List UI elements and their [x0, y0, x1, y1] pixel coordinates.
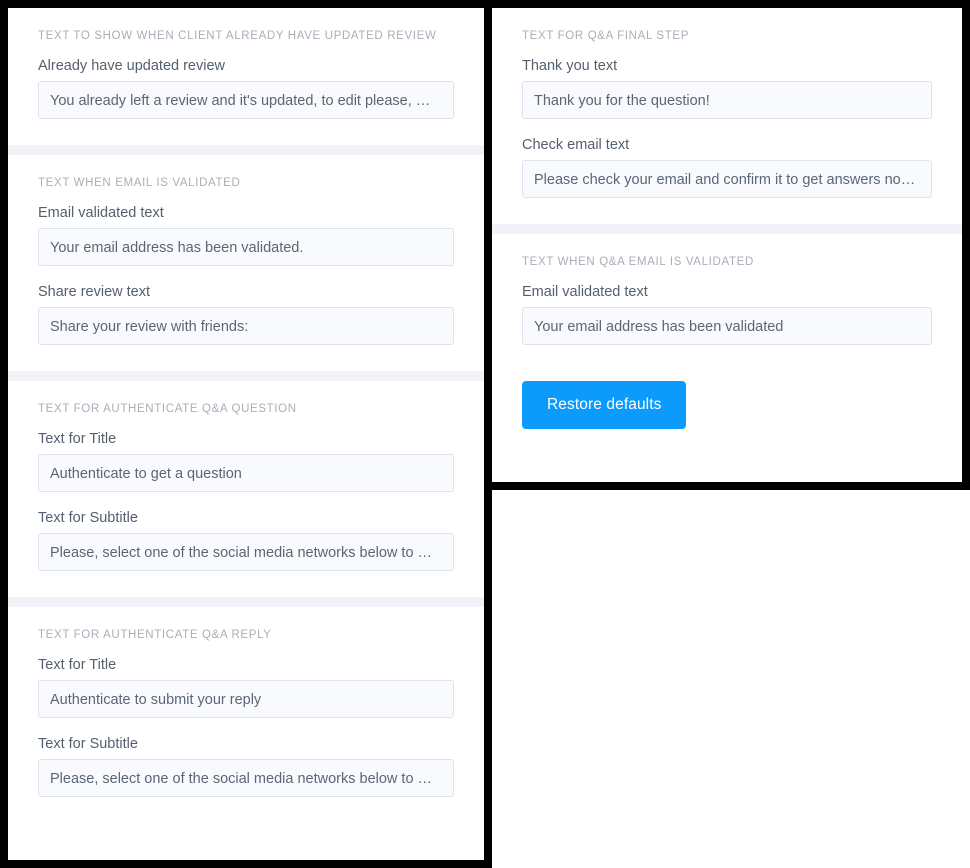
panel-right-content: TEXT FOR Q&A FINAL STEP Thank you text T…: [492, 8, 962, 482]
section-authenticate-qa-question: TEXT FOR AUTHENTICATE Q&A QUESTION Text …: [8, 381, 484, 597]
field-check-email-text: Check email text Please check your email…: [522, 137, 932, 198]
field-already-have-updated-review: Already have updated review You already …: [38, 58, 454, 119]
input-thank-you-text[interactable]: Thank you for the question!: [522, 81, 932, 119]
field-share-review-text: Share review text Share your review with…: [38, 284, 454, 345]
section-heading: TEXT FOR AUTHENTICATE Q&A REPLY: [38, 629, 272, 641]
section-qa-email-validated: TEXT WHEN Q&A EMAIL IS VALIDATED Email v…: [492, 234, 962, 371]
section-authenticate-qa-reply: TEXT FOR AUTHENTICATE Q&A REPLY Text for…: [8, 607, 484, 823]
section-divider: [8, 597, 484, 607]
section-heading: TEXT TO SHOW WHEN CLIENT ALREADY HAVE UP…: [38, 30, 437, 42]
field-label: Share review text: [38, 284, 151, 300]
input-qa-question-title[interactable]: Authenticate to get a question: [38, 454, 454, 492]
field-qa-question-title: Text for Title Authenticate to get a que…: [38, 431, 454, 492]
field-label: Text for Subtitle: [38, 510, 138, 526]
field-qa-reply-subtitle: Text for Subtitle Please, select one of …: [38, 736, 454, 797]
input-qa-question-subtitle[interactable]: Please, select one of the social media n…: [38, 533, 454, 571]
panel-left-content: TEXT TO SHOW WHEN CLIENT ALREADY HAVE UP…: [8, 8, 484, 860]
field-label: Text for Title: [38, 657, 117, 673]
restore-defaults-button[interactable]: Restore defaults: [522, 381, 687, 429]
field-label: Text for Subtitle: [38, 736, 138, 752]
field-label: Thank you text: [522, 58, 618, 74]
section-already-updated-review: TEXT TO SHOW WHEN CLIENT ALREADY HAVE UP…: [8, 8, 484, 145]
field-qa-question-subtitle: Text for Subtitle Please, select one of …: [38, 510, 454, 571]
section-heading: TEXT FOR Q&A FINAL STEP: [522, 30, 690, 42]
section-qa-final-step: TEXT FOR Q&A FINAL STEP Thank you text T…: [492, 8, 962, 224]
field-label: Email validated text: [522, 284, 648, 300]
section-divider: [492, 224, 962, 234]
input-email-validated-text[interactable]: Your email address has been validated.: [38, 228, 454, 266]
field-email-validated-text: Email validated text Your email address …: [38, 205, 454, 266]
input-qa-reply-title[interactable]: Authenticate to submit your reply: [38, 680, 454, 718]
section-heading: TEXT WHEN EMAIL IS VALIDATED: [38, 177, 241, 189]
input-already-have-updated-review[interactable]: You already left a review and it's updat…: [38, 81, 454, 119]
actions-row: Restore defaults: [492, 371, 962, 459]
field-thank-you-text: Thank you text Thank you for the questio…: [522, 58, 932, 119]
section-divider: [8, 145, 484, 155]
field-label: Text for Title: [38, 431, 117, 447]
field-label: Already have updated review: [38, 58, 226, 74]
input-check-email-text[interactable]: Please check your email and confirm it t…: [522, 160, 932, 198]
field-label: Email validated text: [38, 205, 164, 221]
settings-panel-left: TEXT TO SHOW WHEN CLIENT ALREADY HAVE UP…: [0, 0, 492, 868]
settings-panel-right: TEXT FOR Q&A FINAL STEP Thank you text T…: [484, 0, 970, 490]
input-qa-email-validated-text[interactable]: Your email address has been validated: [522, 307, 932, 345]
section-heading: TEXT FOR AUTHENTICATE Q&A QUESTION: [38, 403, 297, 415]
section-email-validated: TEXT WHEN EMAIL IS VALIDATED Email valid…: [8, 155, 484, 371]
field-qa-reply-title: Text for Title Authenticate to submit yo…: [38, 657, 454, 718]
input-qa-reply-subtitle[interactable]: Please, select one of the social media n…: [38, 759, 454, 797]
section-heading: TEXT WHEN Q&A EMAIL IS VALIDATED: [522, 256, 754, 268]
section-divider: [8, 371, 484, 381]
page-canvas: TEXT TO SHOW WHEN CLIENT ALREADY HAVE UP…: [0, 0, 970, 868]
field-label: Check email text: [522, 137, 630, 153]
field-qa-email-validated-text: Email validated text Your email address …: [522, 284, 932, 345]
input-share-review-text[interactable]: Share your review with friends:: [38, 307, 454, 345]
